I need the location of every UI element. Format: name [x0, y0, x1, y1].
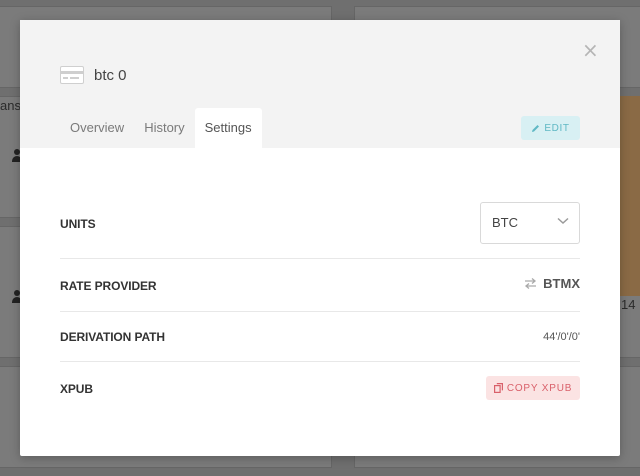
chevron-down-icon: [557, 217, 569, 225]
modal-tabs: Overview History Settings: [60, 108, 262, 148]
tab-history[interactable]: History: [134, 108, 194, 148]
tab-settings[interactable]: Settings: [194, 108, 262, 148]
wallet-icon: [60, 66, 84, 84]
copy-icon: [493, 383, 503, 393]
copy-xpub-label: COPY XPUB: [506, 382, 573, 394]
settings-row-xpub: XPUB COPY XPUB: [60, 362, 580, 418]
bg-chart-area: [620, 96, 640, 296]
swap-arrows-icon: [525, 278, 537, 289]
xpub-label: XPUB: [60, 382, 93, 396]
settings-row-rate-provider: RATE PROVIDER BTMX: [60, 259, 580, 312]
tab-overview[interactable]: Overview: [60, 108, 134, 148]
copy-xpub-button[interactable]: COPY XPUB: [486, 376, 580, 400]
settings-row-units: UNITS BTC: [60, 148, 580, 259]
modal-title: btc 0: [94, 66, 127, 84]
units-select[interactable]: BTC: [480, 202, 580, 244]
units-label: UNITS: [60, 217, 96, 231]
settings-row-derivation-path: DERIVATION PATH 44'/0'/0': [60, 312, 580, 362]
derivation-path-value: 44'/0'/0': [543, 331, 580, 343]
account-settings-modal: × btc 0 Overview History Settings EDIT U…: [20, 20, 620, 456]
rate-provider-value: BTMX: [524, 276, 580, 291]
bg-partial-number: 14: [621, 297, 636, 312]
pencil-icon: [532, 124, 540, 132]
modal-title-row: btc 0: [60, 65, 127, 85]
edit-button[interactable]: EDIT: [521, 116, 580, 140]
modal-header: × btc 0 Overview History Settings EDIT: [20, 20, 620, 148]
units-select-value: BTC: [492, 215, 518, 230]
derivation-path-label: DERIVATION PATH: [60, 330, 165, 344]
rate-provider-label: RATE PROVIDER: [60, 279, 157, 293]
close-button[interactable]: ×: [582, 40, 599, 60]
rate-provider-name: BTMX: [543, 276, 580, 291]
edit-button-label: EDIT: [544, 122, 570, 134]
